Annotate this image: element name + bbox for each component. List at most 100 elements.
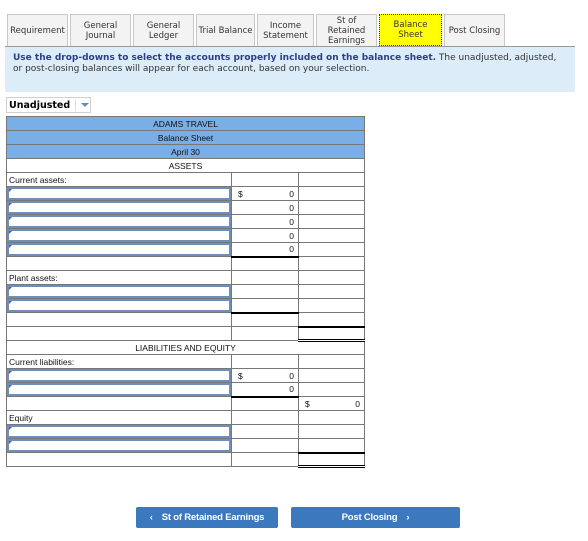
amount-cell [231, 256, 299, 271]
total-cell [298, 368, 365, 383]
instructions-bold: Use the drop-downs to select the account… [13, 53, 437, 63]
total-cell [298, 186, 365, 201]
total-cell [298, 452, 365, 468]
account-dropdown[interactable] [7, 425, 231, 438]
tab-general-ledger[interactable]: General Ledger [133, 14, 194, 46]
total-cell [298, 228, 365, 243]
current-liabilities-label: Current liabilities: [6, 354, 232, 369]
amount: 0 [355, 398, 360, 409]
equity-label: Equity [6, 410, 232, 425]
current-asset-account-select[interactable] [6, 228, 232, 243]
liability-account-select[interactable] [6, 382, 232, 397]
total-cell [298, 312, 365, 328]
account-dropdown[interactable] [7, 383, 231, 396]
next-button-label: Post Closing [341, 512, 398, 523]
amount-cell: 0 [231, 228, 299, 243]
plant-asset-account-select[interactable] [6, 284, 232, 299]
chevron-left-icon: ‹ [149, 512, 153, 523]
amount-cell [231, 172, 299, 187]
amount: 0 [289, 370, 294, 381]
tab-trial-balance[interactable]: Trial Balance [196, 14, 255, 46]
amount: 0 [289, 188, 294, 199]
current-asset-account-select[interactable] [6, 214, 232, 229]
liability-account-select[interactable] [6, 368, 232, 383]
amount-cell: $0 [231, 186, 299, 201]
net-plant-assets-row [6, 312, 232, 327]
amount-cell [231, 354, 299, 369]
next-post-closing-button[interactable]: Post Closing › [291, 507, 460, 528]
total-cell [298, 354, 365, 369]
amount-cell [231, 298, 299, 314]
amount-cell: 0 [231, 214, 299, 229]
account-dropdown[interactable] [7, 187, 231, 200]
chevron-right-icon: › [406, 512, 410, 523]
tab-balance-sheet[interactable]: Balance Sheet [379, 14, 442, 46]
total-cell [298, 284, 365, 299]
tab-post-closing[interactable]: Post Closing [444, 14, 505, 46]
amount: 0 [289, 244, 294, 255]
tab-label: General Journal [83, 20, 118, 41]
total-liabilities-cell: $0 [298, 396, 365, 411]
total-cell [298, 424, 365, 439]
total-assets-row [6, 326, 232, 341]
chevron-down-icon [81, 103, 89, 107]
account-dropdown[interactable] [7, 439, 231, 452]
statement-title: Balance Sheet [6, 130, 365, 145]
account-dropdown[interactable] [7, 299, 231, 312]
account-dropdown[interactable] [7, 243, 231, 256]
amount-cell [231, 410, 299, 425]
account-dropdown[interactable] [7, 229, 231, 242]
amount-cell: 0 [231, 242, 299, 258]
account-dropdown[interactable] [7, 201, 231, 214]
amount-cell [231, 312, 299, 327]
prev-st-of-retained-earnings-button[interactable]: ‹ St of Retained Earnings [136, 507, 278, 528]
assets-heading: ASSETS [6, 158, 365, 173]
account-dropdown[interactable] [7, 215, 231, 228]
statement-date: April 30 [6, 144, 365, 159]
total-cell [298, 438, 365, 454]
prev-button-label: St of Retained Earnings [161, 512, 265, 523]
amount: 0 [289, 216, 294, 227]
amount-cell [231, 424, 299, 439]
amount-cell: 0 [231, 382, 299, 398]
amount-cell: $0 [231, 368, 299, 383]
amount: 0 [289, 230, 294, 241]
dropdown-value: Unadjusted [9, 99, 71, 111]
total-current-assets-row [6, 256, 232, 271]
account-dropdown[interactable] [7, 285, 231, 298]
total-cell [298, 172, 365, 187]
total-cell [298, 214, 365, 229]
current-asset-account-select[interactable] [6, 200, 232, 215]
amount-cell [231, 452, 299, 467]
currency: $ [305, 398, 310, 409]
equity-account-select[interactable] [6, 424, 232, 439]
current-asset-account-select[interactable] [6, 242, 232, 257]
amount-cell [231, 438, 299, 453]
tab-label: St of Retained Earnings [327, 15, 366, 46]
account-dropdown[interactable] [7, 369, 231, 382]
total-cell [298, 242, 365, 257]
tab-requirement[interactable]: Requirement [7, 14, 68, 46]
liabilities-equity-heading: LIABILITIES AND EQUITY [6, 340, 365, 355]
total-liabilities-row [6, 396, 232, 411]
tab-st-of-retained-earnings[interactable]: St of Retained Earnings [316, 14, 377, 46]
tab-label: Income Statement [263, 20, 308, 41]
company-name: ADAMS TRAVEL [6, 116, 365, 131]
plant-asset-account-select[interactable] [6, 298, 232, 313]
total-cell [298, 326, 365, 342]
amount-cell [231, 396, 299, 411]
amount: 0 [289, 202, 294, 213]
current-asset-account-select[interactable] [6, 186, 232, 201]
balance-type-dropdown[interactable]: Unadjusted [6, 97, 91, 113]
total-cell [298, 382, 365, 397]
equity-account-select[interactable] [6, 438, 232, 453]
balance-sheet-table: ADAMS TRAVEL Balance Sheet April 30 ASSE… [6, 116, 365, 468]
tab-income-statement[interactable]: Income Statement [257, 14, 314, 46]
total-cell [298, 270, 365, 285]
total-cell [298, 410, 365, 425]
total-cell [298, 256, 365, 271]
dropdown-separator [75, 99, 76, 111]
tab-general-journal[interactable]: General Journal [70, 14, 131, 46]
current-assets-label: Current assets: [6, 172, 232, 187]
plant-assets-label: Plant assets: [6, 270, 232, 285]
